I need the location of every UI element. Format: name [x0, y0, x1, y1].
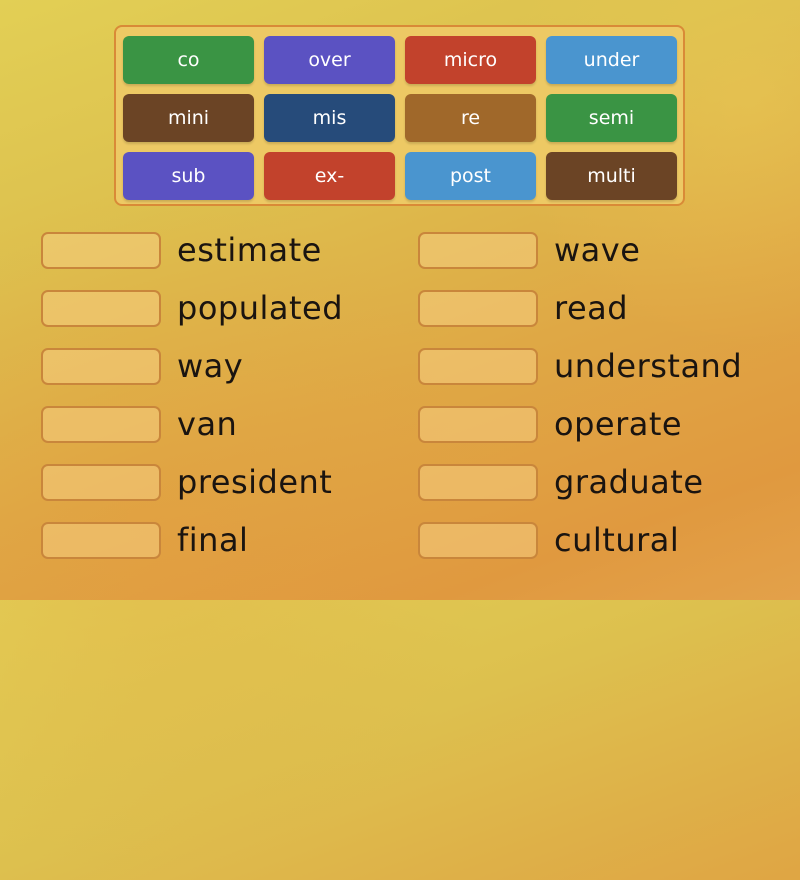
drop-slot[interactable]: [41, 231, 161, 269]
match-row: van: [41, 404, 237, 444]
prefix-tile[interactable]: ex-: [264, 152, 395, 200]
base-word: operate: [554, 405, 683, 443]
match-row: president: [41, 462, 332, 502]
drop-slot[interactable]: [41, 289, 161, 327]
drop-slot[interactable]: [418, 521, 538, 559]
drop-slot[interactable]: [418, 231, 538, 269]
match-row: cultural: [418, 520, 679, 560]
prefix-tile[interactable]: multi: [546, 152, 677, 200]
match-row: final: [41, 520, 248, 560]
match-row: graduate: [418, 462, 704, 502]
prefix-tile[interactable]: re: [405, 94, 536, 142]
prefix-bank: co over micro under mini mis re semi sub…: [114, 25, 685, 206]
prefix-tile[interactable]: sub: [123, 152, 254, 200]
base-word: van: [177, 405, 238, 443]
base-word: cultural: [554, 521, 680, 559]
match-row: wave: [418, 230, 640, 270]
base-word: understand: [554, 347, 743, 385]
match-row: understand: [418, 346, 742, 386]
drop-slot[interactable]: [418, 463, 538, 501]
base-word: estimate: [177, 231, 322, 269]
drop-slot[interactable]: [418, 289, 538, 327]
prefix-tile[interactable]: post: [405, 152, 536, 200]
drop-slot[interactable]: [41, 347, 161, 385]
match-row: populated: [41, 288, 343, 328]
base-word: graduate: [554, 463, 704, 501]
prefix-tile[interactable]: mini: [123, 94, 254, 142]
prefix-tile[interactable]: micro: [405, 36, 536, 84]
prefix-tile[interactable]: co: [123, 36, 254, 84]
match-row: way: [41, 346, 243, 386]
match-row: estimate: [41, 230, 322, 270]
drop-slot[interactable]: [41, 521, 161, 559]
drop-slot[interactable]: [41, 463, 161, 501]
drop-slot[interactable]: [418, 405, 538, 443]
base-word: final: [177, 521, 249, 559]
match-row: operate: [418, 404, 682, 444]
base-word: way: [177, 347, 244, 385]
drop-slot[interactable]: [418, 347, 538, 385]
base-word: president: [177, 463, 333, 501]
base-word: populated: [177, 289, 344, 327]
base-word: wave: [554, 231, 641, 269]
match-row: read: [418, 288, 628, 328]
prefix-tile[interactable]: semi: [546, 94, 677, 142]
base-word: read: [554, 289, 629, 327]
prefix-tile[interactable]: under: [546, 36, 677, 84]
prefix-tile[interactable]: mis: [264, 94, 395, 142]
drop-slot[interactable]: [41, 405, 161, 443]
prefix-tile[interactable]: over: [264, 36, 395, 84]
